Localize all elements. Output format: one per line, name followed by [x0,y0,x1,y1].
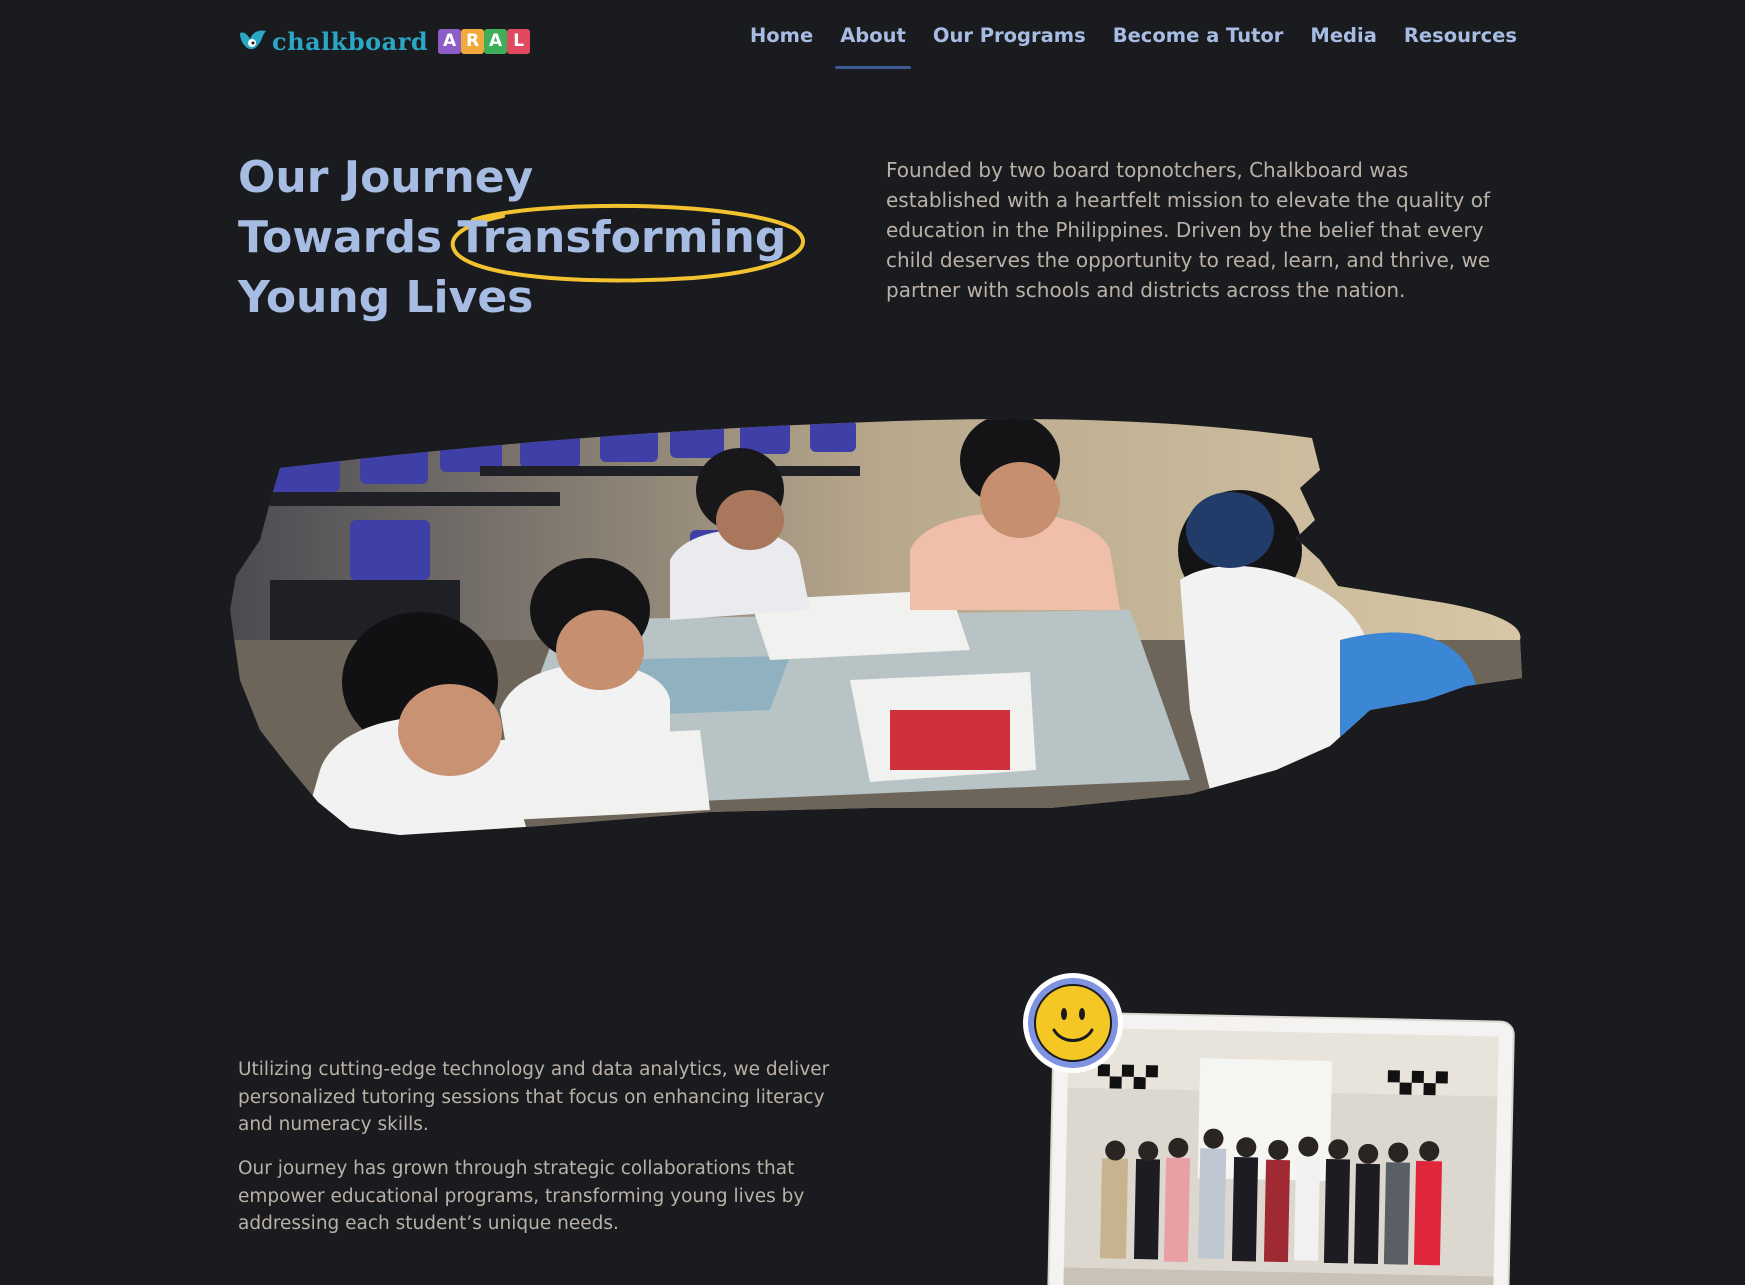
nav-about[interactable]: About [835,22,911,69]
hero-heading-line1: Our Journey [238,152,534,203]
nav-our-programs[interactable]: Our Programs [933,22,1086,69]
main-nav: Home About Our Programs Become a Tutor M… [723,22,1517,69]
nav-home[interactable]: Home [750,22,813,69]
hero-heading-highlight: Transforming [451,203,806,283]
brand-wordmark: chalkboard [272,26,429,56]
brand-aral-tiles: A R A L [438,28,531,54]
hero-heading-highlight-text: Transforming [457,212,787,263]
hero-heading: Our Journey Towards Transforming Young L… [238,148,806,328]
hero-heading-line2a: Towards [238,212,458,263]
smiley-icon [1023,973,1123,1073]
brand-tile: L [507,28,531,54]
hero-description: Founded by two board topnotchers, Chalkb… [886,158,1491,302]
nav-resources[interactable]: Resources [1404,22,1517,69]
bird-icon [240,30,266,50]
nav-become-a-tutor[interactable]: Become a Tutor [1113,22,1284,69]
brand-tile: A [438,28,462,54]
intro-paragraph-technology: Utilizing cutting-edge technology and da… [238,1059,830,1135]
brand-logo[interactable]: chalkboard A R A L [238,24,531,58]
students-writing-photo [230,418,1522,835]
brand-tile: A [484,28,508,54]
nav-media[interactable]: Media [1310,22,1376,69]
teachers-group-photo [1063,1027,1499,1285]
hero-heading-line3: Young Lives [238,272,534,323]
about-page: chalkboard A R A L Home About Our Progra… [0,0,1745,1285]
intro-paragraph-journey: Our journey has grown through strategic … [238,1158,805,1234]
brand-tile: R [461,28,485,54]
